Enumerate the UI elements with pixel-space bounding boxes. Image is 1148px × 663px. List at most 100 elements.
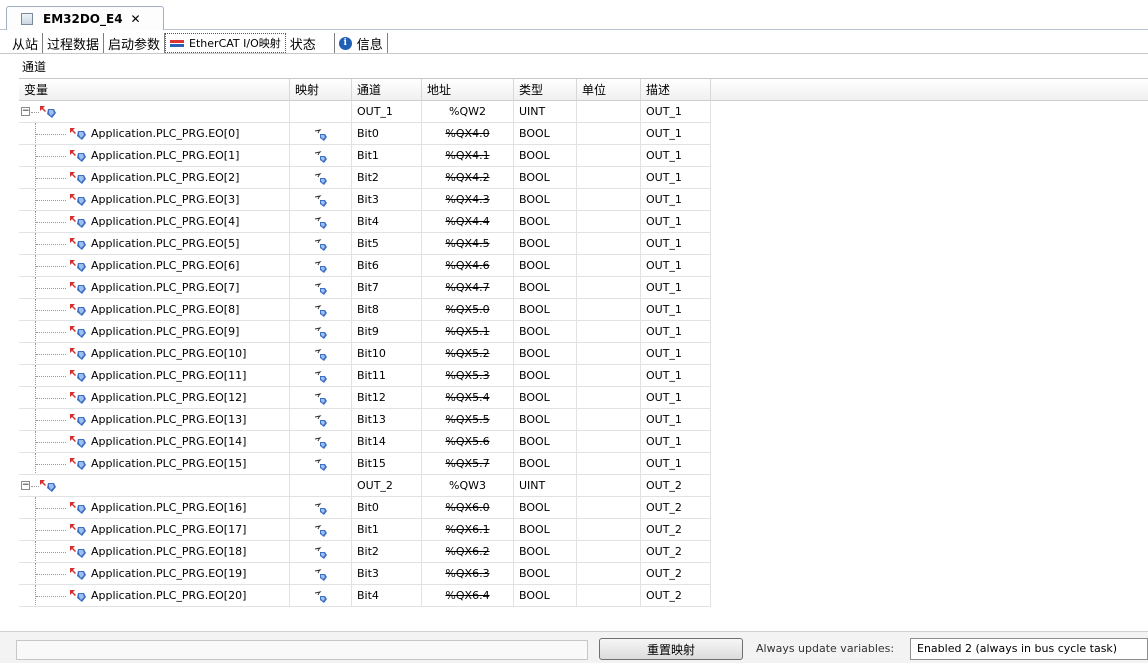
tab-process-data[interactable]: 过程数据 (43, 33, 105, 53)
mapping-cell[interactable] (290, 189, 352, 211)
address-cell: %QX4.0 (422, 123, 514, 145)
table-row[interactable]: Application.PLC_PRG.EO[16] Bit0 %QX6.0 BOOL… (19, 497, 1148, 519)
always-update-select[interactable]: Enabled 2 (always in bus cycle task) (910, 638, 1148, 660)
mapping-cell[interactable] (290, 585, 352, 607)
mapping-cell[interactable] (290, 453, 352, 475)
reset-mapping-button[interactable]: 重置映射 (599, 638, 743, 660)
mapping-cell[interactable] (290, 541, 352, 563)
collapse-icon[interactable]: − (21, 107, 39, 116)
table-row[interactable]: Application.PLC_PRG.EO[2] Bit2 %QX4.2 BOOL O… (19, 167, 1148, 189)
variable-cell[interactable]: Application.PLC_PRG.EO[7] (19, 277, 290, 299)
variable-cell[interactable]: Application.PLC_PRG.EO[16] (19, 497, 290, 519)
variable-cell[interactable]: Application.PLC_PRG.EO[4] (19, 211, 290, 233)
tab-status[interactable]: 状态 (286, 33, 335, 53)
io-mapping-grid: 变量 映射 通道 地址 类型 单位 描述 − OUT_1 %QW2 UINT OUT_1… (19, 78, 1148, 626)
unit-cell (577, 409, 641, 431)
variable-cell[interactable]: Application.PLC_PRG.EO[19] (19, 563, 290, 585)
mapping-cell[interactable] (290, 365, 352, 387)
unit-cell (577, 519, 641, 541)
collapse-icon[interactable]: − (21, 481, 39, 490)
mapping-cell[interactable] (290, 255, 352, 277)
tab-startup-parameters[interactable]: 启动参数 (104, 33, 166, 53)
table-row[interactable]: Application.PLC_PRG.EO[9] Bit9 %QX5.1 BOOL O… (19, 321, 1148, 343)
table-row[interactable]: Application.PLC_PRG.EO[11] Bit11 %QX5.3 BOO… (19, 365, 1148, 387)
column-header-mapping[interactable]: 映射 (290, 79, 352, 101)
variable-name: Application.PLC_PRG.EO[18] (91, 545, 247, 558)
variable-cell[interactable]: − (19, 101, 290, 123)
table-row[interactable]: Application.PLC_PRG.EO[15] Bit15 %QX5.7 BOO… (19, 453, 1148, 475)
mapping-cell[interactable] (290, 211, 352, 233)
table-row[interactable]: Application.PLC_PRG.EO[14] Bit14 %QX5.6 BOO… (19, 431, 1148, 453)
table-row[interactable]: Application.PLC_PRG.EO[4] Bit4 %QX4.4 BOOL O… (19, 211, 1148, 233)
table-row[interactable]: Application.PLC_PRG.EO[5] Bit5 %QX4.5 BOOL O… (19, 233, 1148, 255)
variable-cell[interactable]: − (19, 475, 290, 497)
tab-slave[interactable]: 从站 (8, 33, 44, 53)
variable-icon (69, 237, 87, 251)
mapping-cell[interactable] (290, 123, 352, 145)
mapping-cell[interactable] (290, 387, 352, 409)
table-row[interactable]: Application.PLC_PRG.EO[10] Bit10 %QX5.2 BOO… (19, 343, 1148, 365)
variable-cell[interactable]: Application.PLC_PRG.EO[6] (19, 255, 290, 277)
mapping-cell[interactable] (290, 343, 352, 365)
table-row[interactable]: − OUT_1 %QW2 UINT OUT_1 (19, 101, 1148, 123)
column-header-variable[interactable]: 变量 (19, 79, 290, 101)
mapping-cell[interactable] (290, 431, 352, 453)
table-row[interactable]: Application.PLC_PRG.EO[3] Bit3 %QX4.3 BOOL O… (19, 189, 1148, 211)
table-row[interactable]: Application.PLC_PRG.EO[6] Bit6 %QX4.6 BOOL O… (19, 255, 1148, 277)
mapping-cell[interactable] (290, 167, 352, 189)
address-cell: %QX4.5 (422, 233, 514, 255)
mapping-cell[interactable] (290, 321, 352, 343)
variable-cell[interactable]: Application.PLC_PRG.EO[17] (19, 519, 290, 541)
mapping-cell[interactable] (290, 497, 352, 519)
table-row[interactable]: Application.PLC_PRG.EO[17] Bit1 %QX6.1 BOOL… (19, 519, 1148, 541)
column-header-channel[interactable]: 通道 (352, 79, 422, 101)
column-header-address[interactable]: 地址 (422, 79, 514, 101)
description-cell: OUT_2 (641, 585, 711, 607)
mapping-cell[interactable] (290, 233, 352, 255)
variable-cell[interactable]: Application.PLC_PRG.EO[20] (19, 585, 290, 607)
tab-ethercat-io-mapping[interactable]: EtherCAT I/O映射 (165, 33, 286, 53)
channel-cell: Bit4 (352, 211, 422, 233)
variable-cell[interactable]: Application.PLC_PRG.EO[15] (19, 453, 290, 475)
close-icon[interactable]: ✕ (131, 12, 141, 26)
column-header-unit[interactable]: 单位 (577, 79, 641, 101)
tab-slave-label: 从站 (12, 37, 39, 53)
column-header-type[interactable]: 类型 (514, 79, 577, 101)
table-row[interactable]: − OUT_2 %QW3 UINT OUT_2 (19, 475, 1148, 497)
table-row[interactable]: Application.PLC_PRG.EO[1] Bit1 %QX4.1 BOOL O… (19, 145, 1148, 167)
table-row[interactable]: Application.PLC_PRG.EO[18] Bit2 %QX6.2 BOOL… (19, 541, 1148, 563)
table-row[interactable]: Application.PLC_PRG.EO[0] Bit0 %QX4.0 BOOL O… (19, 123, 1148, 145)
mapping-cell[interactable] (290, 145, 352, 167)
variable-cell[interactable]: Application.PLC_PRG.EO[13] (19, 409, 290, 431)
variable-cell[interactable]: Application.PLC_PRG.EO[2] (19, 167, 290, 189)
table-row[interactable]: Application.PLC_PRG.EO[12] Bit12 %QX5.4 BOO… (19, 387, 1148, 409)
variable-cell[interactable]: Application.PLC_PRG.EO[12] (19, 387, 290, 409)
mapping-cell[interactable] (290, 101, 352, 123)
variable-cell[interactable]: Application.PLC_PRG.EO[18] (19, 541, 290, 563)
variable-cell[interactable]: Application.PLC_PRG.EO[14] (19, 431, 290, 453)
type-cell: BOOL (514, 409, 577, 431)
table-row[interactable]: Application.PLC_PRG.EO[20] Bit4 %QX6.4 BOOL… (19, 585, 1148, 607)
mapping-cell[interactable] (290, 563, 352, 585)
table-row[interactable]: Application.PLC_PRG.EO[13] Bit13 %QX5.5 BOO… (19, 409, 1148, 431)
table-row[interactable]: Application.PLC_PRG.EO[7] Bit7 %QX4.7 BOOL O… (19, 277, 1148, 299)
address-cell: %QX4.2 (422, 167, 514, 189)
editor-tab-em32do[interactable]: EM32DO_E4 ✕ (6, 6, 164, 30)
variable-cell[interactable]: Application.PLC_PRG.EO[10] (19, 343, 290, 365)
table-row[interactable]: Application.PLC_PRG.EO[19] Bit3 %QX6.3 BOOL… (19, 563, 1148, 585)
tab-information[interactable]: i 信息 (335, 33, 388, 53)
mapping-cell[interactable] (290, 475, 352, 497)
table-row[interactable]: Application.PLC_PRG.EO[8] Bit8 %QX5.0 BOOL O… (19, 299, 1148, 321)
mapping-cell[interactable] (290, 409, 352, 431)
variable-cell[interactable]: Application.PLC_PRG.EO[0] (19, 123, 290, 145)
mapping-cell[interactable] (290, 519, 352, 541)
variable-cell[interactable]: Application.PLC_PRG.EO[9] (19, 321, 290, 343)
mapping-cell[interactable] (290, 277, 352, 299)
mapping-cell[interactable] (290, 299, 352, 321)
variable-cell[interactable]: Application.PLC_PRG.EO[1] (19, 145, 290, 167)
variable-cell[interactable]: Application.PLC_PRG.EO[3] (19, 189, 290, 211)
column-header-description[interactable]: 描述 (641, 79, 711, 101)
variable-cell[interactable]: Application.PLC_PRG.EO[8] (19, 299, 290, 321)
variable-cell[interactable]: Application.PLC_PRG.EO[5] (19, 233, 290, 255)
variable-cell[interactable]: Application.PLC_PRG.EO[11] (19, 365, 290, 387)
